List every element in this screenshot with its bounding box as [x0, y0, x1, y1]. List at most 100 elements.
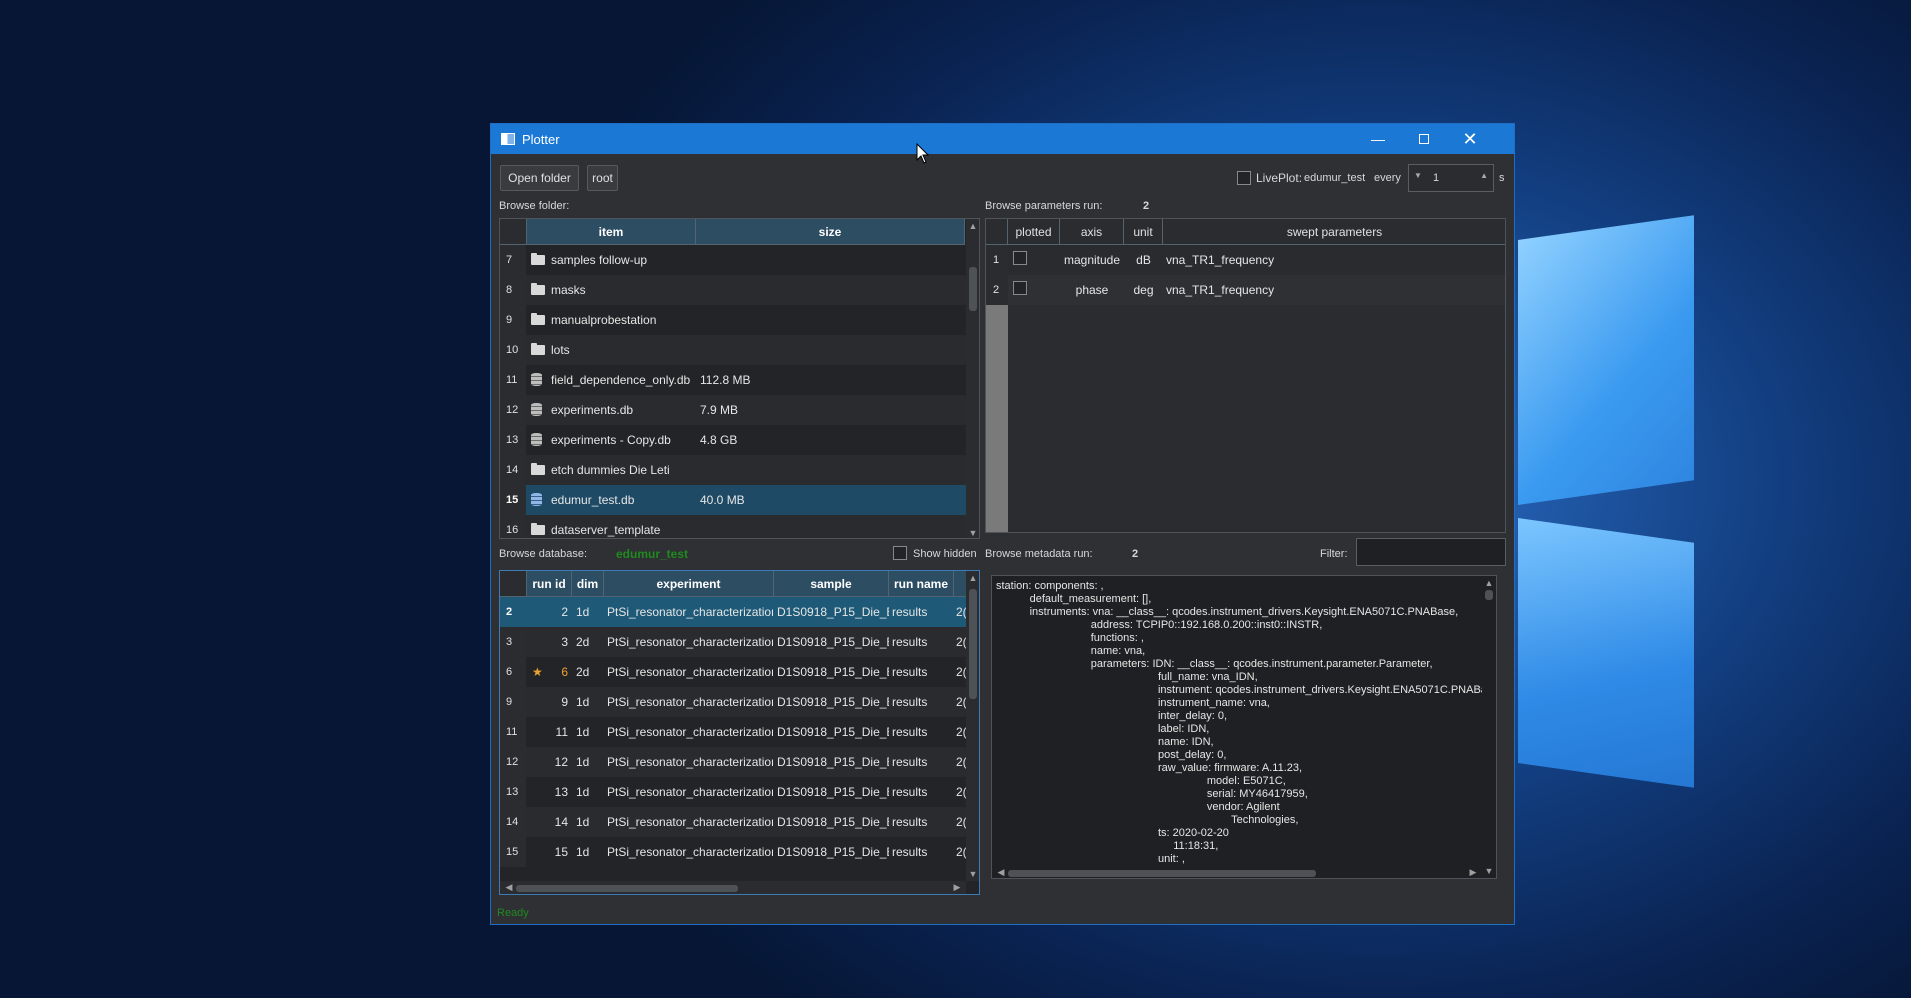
metadata-vertical-scrollbar[interactable]: ▲ ▼ — [1482, 576, 1496, 878]
run-sample-cell: D1S0918_P15_Die_E3 — [777, 605, 889, 619]
folder-vertical-scrollbar[interactable]: ▲ ▼ — [966, 219, 979, 538]
folder-table: item size 7 samples follow-up 8 masks 9 manua… — [499, 218, 980, 539]
col-dim[interactable]: dim — [572, 571, 604, 597]
title-bar[interactable]: Plotter — ✕ — [491, 124, 1514, 154]
run-name-cell: results — [892, 665, 928, 679]
runs-horizontal-scrollbar[interactable]: ◀ ▶ — [500, 881, 966, 894]
table-row[interactable]: 13 13 1d PtSi_resonator_characterization D1S… — [500, 777, 979, 807]
mouse-cursor-icon — [916, 143, 929, 164]
parameters-table: plotted axis unit swept parameters 1 magn… — [985, 218, 1506, 533]
row-number: 13 — [500, 425, 526, 455]
seconds-unit: s — [1499, 172, 1505, 184]
col-run-id[interactable]: run id — [527, 571, 572, 597]
run-dim-cell: 1d — [576, 695, 590, 709]
parameter-row[interactable]: 1 magnitude dB vna_TR1_frequency — [986, 245, 1505, 275]
current-database: edumur_test — [616, 547, 689, 561]
col-unit[interactable]: unit — [1124, 219, 1163, 245]
run-dim-cell: 1d — [576, 845, 590, 859]
run-exp-cell: PtSi_resonator_characterization — [607, 845, 773, 859]
show-hidden-checkbox[interactable] — [893, 546, 907, 560]
root-button[interactable]: root — [587, 165, 618, 191]
table-row[interactable]: 15 15 1d PtSi_resonator_characterization D1S… — [500, 837, 979, 867]
spin-down-icon[interactable]: ▼ — [1414, 171, 1422, 180]
table-row[interactable]: 12 12 1d PtSi_resonator_characterization D1S… — [500, 747, 979, 777]
table-row[interactable]: 2 2 1d PtSi_resonator_characterization D1S09… — [500, 597, 979, 627]
col-size[interactable]: size — [696, 219, 965, 245]
folder-item-cell: edumur_test.db — [531, 485, 696, 515]
run-dim-cell: 1d — [576, 815, 590, 829]
close-button[interactable]: ✕ — [1447, 124, 1493, 154]
run-id-cell: 11 — [555, 725, 568, 739]
row-number: 9 — [500, 687, 526, 717]
plotted-checkbox[interactable] — [1013, 281, 1027, 295]
folder-size-cell — [700, 245, 960, 275]
maximize-icon — [1419, 134, 1429, 144]
table-row[interactable]: 9 9 1d PtSi_resonator_characterization D1S09… — [500, 687, 979, 717]
folder-item-cell: experiments - Copy.db — [531, 425, 696, 455]
run-dim-cell: 2d — [576, 665, 590, 679]
maximize-button[interactable] — [1401, 124, 1447, 154]
plotted-checkbox[interactable] — [1013, 251, 1027, 265]
folder-item-cell: experiments.db — [531, 395, 696, 425]
interval-spinbox[interactable]: 1 ▼ ▲ — [1408, 164, 1494, 192]
table-row[interactable]: 3 3 2d PtSi_resonator_characterization D1S09… — [500, 627, 979, 657]
folder-row[interactable]: 12 experiments.db 7.9 MB — [500, 395, 979, 425]
row-number: 10 — [500, 335, 526, 365]
row-number: 16 — [500, 515, 526, 538]
metadata-horizontal-scrollbar[interactable]: ◀ ▶ — [992, 866, 1482, 878]
folder-row[interactable]: 15 edumur_test.db 40.0 MB — [500, 485, 979, 515]
liveplot-label: LivePlot: — [1256, 171, 1303, 185]
col-swept-parameters[interactable]: swept parameters — [1163, 219, 1505, 245]
folder-size-cell: 7.9 MB — [700, 403, 739, 417]
folder-size-cell — [700, 335, 960, 365]
run-sample-cell: D1S0918_P15_Die_E3 — [777, 755, 889, 769]
folder-row[interactable]: 10 lots — [500, 335, 979, 365]
database-icon — [531, 403, 542, 416]
folder-row[interactable]: 11 field_dependence_only.db 112.8 MB — [500, 365, 979, 395]
metadata-text-view[interactable]: station: components: , default_measureme… — [991, 575, 1497, 879]
app-icon — [501, 133, 515, 145]
folder-item-name: dataserver_template — [551, 523, 661, 537]
table-row[interactable]: 14 14 1d PtSi_resonator_characterization D1S… — [500, 807, 979, 837]
table-row[interactable]: 11 11 1d PtSi_resonator_characterization D1S… — [500, 717, 979, 747]
run-dim-cell: 1d — [576, 785, 590, 799]
unit-cell: deg — [1133, 283, 1154, 297]
run-name-cell: results — [892, 785, 928, 799]
axis-cell: phase — [1075, 283, 1109, 297]
col-axis[interactable]: axis — [1060, 219, 1124, 245]
run-id-cell: 15 — [554, 845, 568, 859]
table-row[interactable]: 6 ★ 6 2d PtSi_resonator_characterization D1S0… — [500, 657, 979, 687]
col-plotted[interactable]: plotted — [1008, 219, 1060, 245]
folder-row[interactable]: 14 etch dummies Die Leti — [500, 455, 979, 485]
row-number: 6 — [500, 657, 526, 687]
parameter-row[interactable]: 2 phase deg vna_TR1_frequency — [986, 275, 1505, 305]
col-run-name[interactable]: run name — [889, 571, 954, 597]
folder-row[interactable]: 8 masks — [500, 275, 979, 305]
row-number: 15 — [500, 837, 526, 867]
open-folder-button[interactable]: Open folder — [500, 165, 579, 191]
row-number: 13 — [500, 777, 526, 807]
liveplot-checkbox[interactable] — [1237, 171, 1251, 185]
col-experiment[interactable]: experiment — [604, 571, 774, 597]
col-item[interactable]: item — [527, 219, 696, 245]
row-number: 12 — [500, 395, 526, 425]
col-sample[interactable]: sample — [774, 571, 889, 597]
run-id-cell: 3 — [561, 635, 568, 649]
folder-row[interactable]: 7 samples follow-up — [500, 245, 979, 275]
row-number: 2 — [500, 597, 526, 627]
minimize-button[interactable]: — — [1355, 124, 1401, 154]
run-dim-cell: 1d — [576, 725, 590, 739]
minimize-icon: — — [1371, 131, 1385, 147]
folder-row[interactable]: 13 experiments - Copy.db 4.8 GB — [500, 425, 979, 455]
folder-item-name: samples follow-up — [551, 253, 648, 267]
run-name-cell: results — [892, 605, 928, 619]
folder-item-cell: field_dependence_only.db — [531, 365, 696, 395]
spin-up-icon[interactable]: ▲ — [1480, 171, 1488, 180]
axis-cell: magnitude — [1063, 253, 1121, 267]
filter-input[interactable] — [1356, 538, 1506, 566]
folder-row[interactable]: 9 manualprobestation — [500, 305, 979, 335]
folder-size-cell: 40.0 MB — [700, 493, 745, 507]
interval-value: 1 — [1433, 172, 1440, 184]
folder-row[interactable]: 16 dataserver_template — [500, 515, 979, 538]
runs-vertical-scrollbar[interactable]: ▲ ▼ — [966, 571, 979, 881]
